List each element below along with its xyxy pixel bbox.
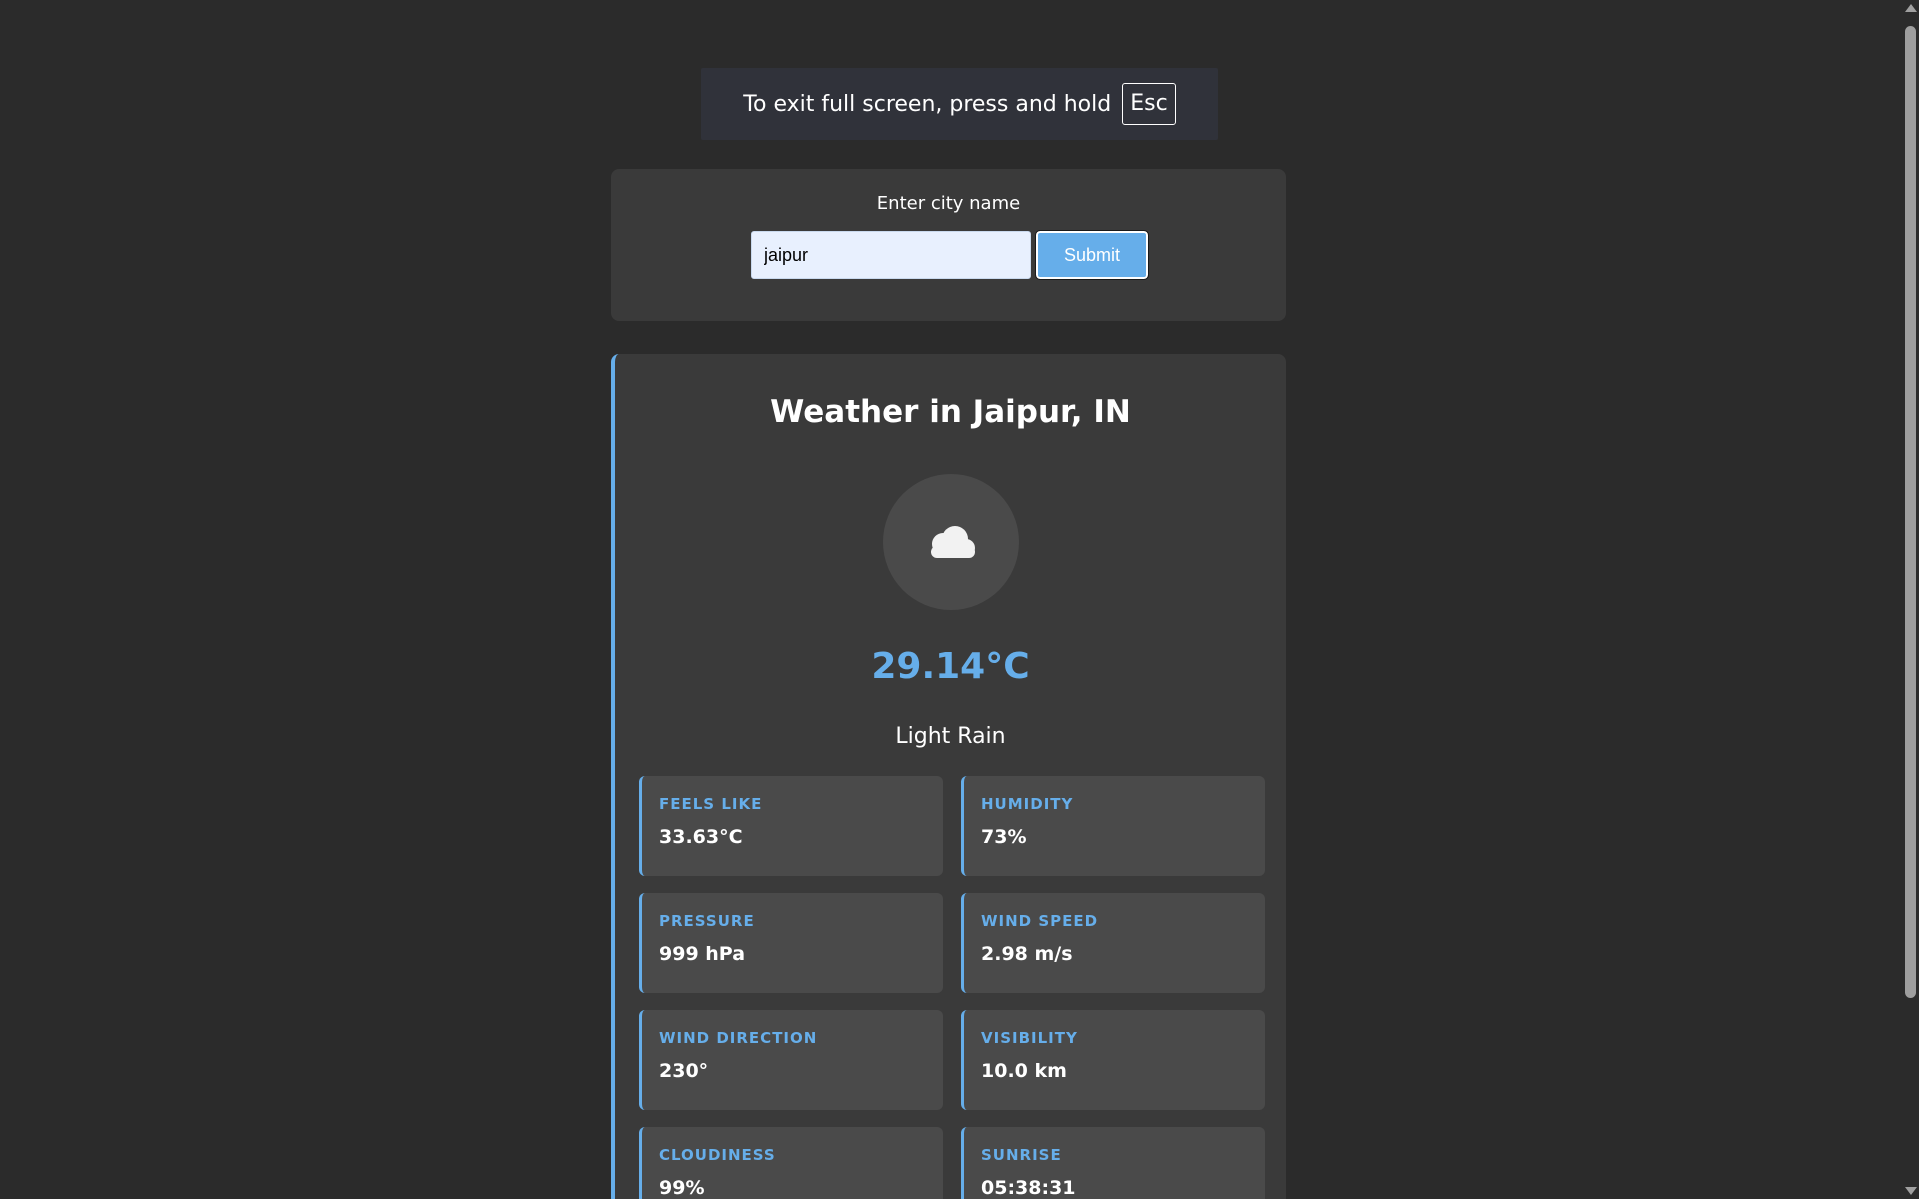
page: To exit full screen, press and hold Esc … (0, 0, 1919, 1199)
esc-key: Esc (1122, 83, 1176, 125)
detail-label: CLOUDINESS (659, 1146, 776, 1164)
detail-wind-direction: WIND DIRECTION 230° (639, 1010, 943, 1110)
weather-title: Weather in Jaipur, IN (770, 394, 1131, 430)
scroll-down-arrow-icon[interactable] (1905, 1187, 1917, 1195)
scroll-thumb[interactable] (1905, 26, 1916, 998)
detail-label: VISIBILITY (981, 1029, 1078, 1047)
detail-label: SUNRISE (981, 1146, 1062, 1164)
detail-value: 230° (659, 1060, 709, 1082)
detail-visibility: VISIBILITY 10.0 km (961, 1010, 1265, 1110)
city-input[interactable] (751, 231, 1031, 279)
detail-feels-like: FEELS LIKE 33.63°C (639, 776, 943, 876)
search-card: Enter city name Submit (611, 169, 1286, 321)
detail-label: FEELS LIKE (659, 795, 763, 813)
detail-label: PRESSURE (659, 912, 755, 930)
weather-card: Weather in Jaipur, IN 29.14°C Light Rain… (611, 354, 1286, 1199)
detail-value: 73% (981, 826, 1027, 848)
submit-button[interactable]: Submit (1035, 230, 1149, 280)
detail-wind-speed: WIND SPEED 2.98 m/s (961, 893, 1265, 993)
detail-humidity: HUMIDITY 73% (961, 776, 1265, 876)
weather-description: Light Rain (895, 724, 1006, 749)
detail-value: 2.98 m/s (981, 943, 1073, 965)
city-label: Enter city name (876, 193, 1021, 214)
detail-pressure: PRESSURE 999 hPa (639, 893, 943, 993)
vertical-scrollbar[interactable] (1902, 0, 1919, 1199)
detail-value: 999 hPa (659, 943, 746, 965)
details-grid: FEELS LIKE 33.63°C HUMIDITY 73% PRESSURE… (639, 776, 1265, 1199)
detail-value: 99% (659, 1177, 705, 1199)
cloud-icon (931, 526, 975, 558)
fullscreen-notice-text: To exit full screen, press and hold (743, 91, 1112, 117)
detail-value: 10.0 km (981, 1060, 1067, 1082)
detail-label: WIND DIRECTION (659, 1029, 818, 1047)
detail-value: 05:38:31 (981, 1177, 1076, 1199)
temperature: 29.14°C (871, 646, 1030, 687)
detail-cloudiness: CLOUDINESS 99% (639, 1127, 943, 1199)
detail-label: WIND SPEED (981, 912, 1099, 930)
detail-sunrise: SUNRISE 05:38:31 (961, 1127, 1265, 1199)
weather-icon-container (883, 474, 1019, 610)
scroll-up-arrow-icon[interactable] (1905, 4, 1917, 12)
detail-label: HUMIDITY (981, 795, 1074, 813)
detail-value: 33.63°C (659, 826, 743, 848)
fullscreen-notice: To exit full screen, press and hold Esc (701, 68, 1218, 140)
